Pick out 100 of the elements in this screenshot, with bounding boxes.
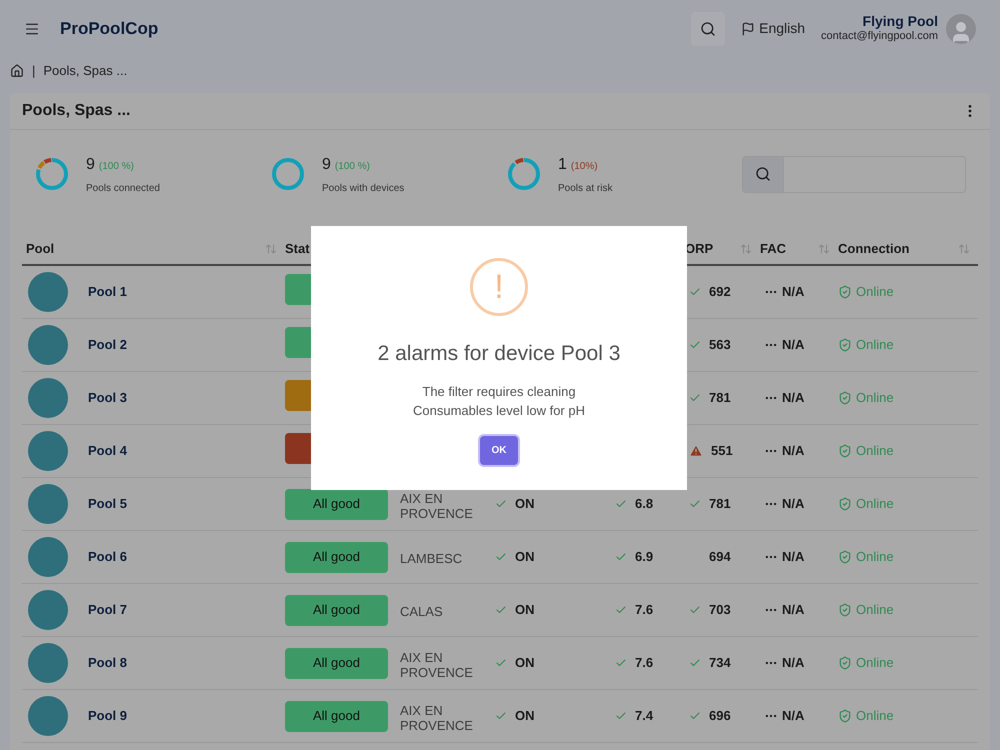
shield-check-icon [838,550,852,564]
orp-value: 734 [709,654,731,672]
check-icon [615,604,627,616]
photo-placeholder [28,325,68,365]
fac-value: N/A [782,336,804,354]
ph-value: 7.4 [635,707,654,726]
sort-icon[interactable] [265,242,277,254]
stat-percent: (10%) [570,160,598,174]
orp-value: 781 [709,389,731,408]
alarm-message: Consumables level low for pH [413,402,585,420]
shield-check-icon [838,285,852,299]
shield-check-icon [838,391,852,405]
connection-status: Online [856,707,894,726]
connection-status: Online [856,389,894,408]
avatar-icon[interactable] [946,14,976,44]
orp-value: 694 [709,548,731,566]
photo-placeholder [28,431,68,471]
search-button[interactable] [691,12,726,46]
pool-name[interactable]: Pool 1 [88,282,128,302]
dialog-title: 2 alarms for device Pool 3 [378,341,620,367]
menu-icon[interactable] [24,20,40,36]
warning-icon [689,444,703,458]
ph-value: 6.9 [635,548,654,566]
check-icon [495,657,507,669]
orp-value: 703 [709,601,731,620]
photo-placeholder [28,696,68,736]
sort-icon[interactable] [740,242,752,254]
check-icon [689,498,701,510]
orp-value: 696 [709,707,731,726]
status-button[interactable]: All good [285,648,388,678]
fac-value: N/A [782,283,804,302]
shield-check-icon [838,603,852,617]
ph-value: 7.6 [635,654,654,672]
status-button[interactable]: All good [285,488,388,520]
column-header[interactable]: Pool [26,238,54,258]
photo-placeholder [28,484,68,524]
flag-icon [741,22,756,36]
check-icon [615,710,627,722]
user-name: Flying Pool [862,12,938,30]
pool-name[interactable]: Pool 3 [88,388,128,408]
pool-name[interactable]: Pool 7 [88,600,128,620]
fac-value: N/A [782,707,804,726]
stat-percent: (100 %) [98,160,134,174]
pump-state: ON [515,654,534,672]
ph-value: 7.6 [635,601,654,620]
pool-name[interactable]: Pool 4 [88,441,128,461]
check-icon [689,286,701,298]
pool-name[interactable]: Pool 6 [88,547,128,567]
app-logo[interactable]: ProPoolCop [60,16,158,42]
ok-button[interactable]: OK [480,436,518,464]
status-button[interactable]: All good [285,594,388,626]
pool-name[interactable]: Pool 2 [88,335,128,355]
search-icon [700,20,716,36]
photo-placeholder [28,378,68,418]
column-header[interactable]: Stat [285,238,310,258]
donut-chart-icon [270,156,306,192]
city-text: CALAS [400,604,443,619]
ph-value: 6.8 [635,495,654,514]
fac-value: N/A [782,389,804,408]
stat-count: 9 [86,154,95,174]
connection-status: Online [856,442,894,460]
shield-check-icon [838,338,852,352]
shield-check-icon [838,709,852,723]
shield-check-icon [838,444,852,458]
home-icon[interactable] [10,64,24,78]
photo-placeholder [28,590,68,630]
fac-value: N/A [782,654,804,672]
check-icon [689,339,701,351]
city-text: AIX EN PROVENCE [400,650,473,680]
orp-value: 781 [709,495,731,514]
stat-percent: (100 %) [334,160,370,174]
check-icon [615,657,627,669]
check-icon [689,604,701,616]
fac-value: N/A [782,495,804,514]
connection-status: Online [856,336,894,354]
pool-name[interactable]: Pool 9 [88,706,128,726]
breadcrumb-item: Pools, Spas ... [43,62,128,80]
connection-status: Online [856,548,894,566]
pool-name[interactable]: Pool 8 [88,653,128,673]
stat-count: 9 [322,154,331,174]
check-icon [689,710,701,722]
breadcrumb-separator: | [32,62,36,80]
column-header[interactable]: Connection [838,238,910,258]
donut-chart-icon [506,156,542,192]
pool-name[interactable]: Pool 5 [88,494,128,514]
fac-value: N/A [782,442,804,460]
connection-status: Online [856,654,894,672]
sort-icon[interactable] [958,242,970,254]
column-header[interactable]: FAC [760,238,786,258]
language-button[interactable]: English [741,18,806,39]
status-button[interactable]: All good [285,700,388,732]
stat-label: Pools at risk [558,182,612,196]
user-email: contact@flyingpool.com [821,30,938,44]
search-button[interactable] [742,156,784,192]
pump-state: ON [515,601,534,620]
status-button[interactable]: All good [285,542,388,572]
sort-icon[interactable] [818,242,830,254]
connection-status: Online [856,495,894,514]
orp-value: 551 [711,442,733,460]
shield-check-icon [838,497,852,511]
